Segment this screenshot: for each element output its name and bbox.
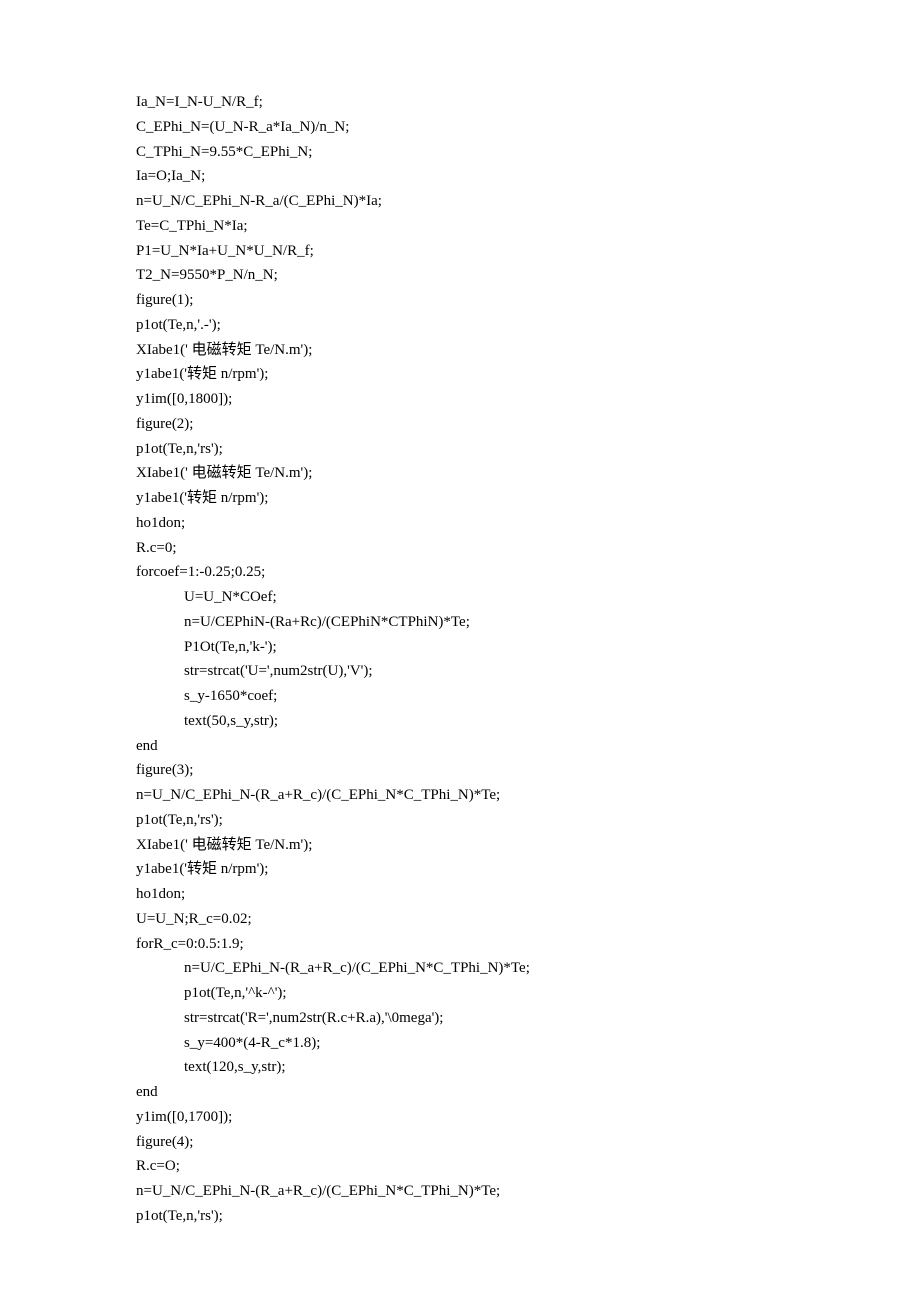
code-line: text(50,s_y,str); <box>136 709 920 734</box>
code-line: figure(1); <box>136 288 920 313</box>
code-line: s_y=400*(4-R_c*1.8); <box>136 1031 920 1056</box>
code-line: U=U_N;R_c=0.02; <box>136 907 920 932</box>
code-line: figure(2); <box>136 412 920 437</box>
code-line: n=U/CEPhiN-(Ra+Rc)/(CEPhiN*CTPhiN)*Te; <box>136 610 920 635</box>
code-line: XIabe1(' 电磁转矩 Te/N.m'); <box>136 338 920 363</box>
code-line: s_y-1650*coef; <box>136 684 920 709</box>
code-line: Ia=O;Ia_N; <box>136 164 920 189</box>
code-line: p1ot(Te,n,'rs'); <box>136 1204 920 1229</box>
code-line: XIabe1(' 电磁转矩 Te/N.m'); <box>136 461 920 486</box>
code-line: p1ot(Te,n,'rs'); <box>136 808 920 833</box>
code-line: y1abe1('转矩 n/rpm'); <box>136 486 920 511</box>
code-line: str=strcat('U=',num2str(U),'V'); <box>136 659 920 684</box>
code-line: str=strcat('R=',num2str(R.c+R.a),'\0mega… <box>136 1006 920 1031</box>
code-line: ho1don; <box>136 882 920 907</box>
code-line: p1ot(Te,n,'rs'); <box>136 437 920 462</box>
code-line: n=U_N/C_EPhi_N-R_a/(C_EPhi_N)*Ia; <box>136 189 920 214</box>
code-line: T2_N=9550*P_N/n_N; <box>136 263 920 288</box>
code-line: R.c=0; <box>136 536 920 561</box>
code-line: text(120,s_y,str); <box>136 1055 920 1080</box>
code-line: U=U_N*COef; <box>136 585 920 610</box>
code-line: y1im([0,1800]); <box>136 387 920 412</box>
code-line: C_EPhi_N=(U_N-R_a*Ia_N)/n_N; <box>136 115 920 140</box>
code-line: forcoef=1:-0.25;0.25; <box>136 560 920 585</box>
code-line: n=U_N/C_EPhi_N-(R_a+R_c)/(C_EPhi_N*C_TPh… <box>136 783 920 808</box>
code-line: P1Ot(Te,n,'k-'); <box>136 635 920 660</box>
code-line: n=U_N/C_EPhi_N-(R_a+R_c)/(C_EPhi_N*C_TPh… <box>136 1179 920 1204</box>
code-line: R.c=O; <box>136 1154 920 1179</box>
code-line: p1ot(Te,n,'^k-^'); <box>136 981 920 1006</box>
code-line: figure(3); <box>136 758 920 783</box>
code-line: XIabe1(' 电磁转矩 Te/N.m'); <box>136 833 920 858</box>
code-line: y1im([0,1700]); <box>136 1105 920 1130</box>
code-line: P1=U_N*Ia+U_N*U_N/R_f; <box>136 239 920 264</box>
code-line: y1abe1('转矩 n/rpm'); <box>136 362 920 387</box>
code-line: forR_c=0:0.5:1.9; <box>136 932 920 957</box>
code-line: end <box>136 734 920 759</box>
code-line: figure(4); <box>136 1130 920 1155</box>
code-line: C_TPhi_N=9.55*C_EPhi_N; <box>136 140 920 165</box>
code-line: Ia_N=I_N-U_N/R_f; <box>136 90 920 115</box>
code-line: n=U/C_EPhi_N-(R_a+R_c)/(C_EPhi_N*C_TPhi_… <box>136 956 920 981</box>
code-line: y1abe1('转矩 n/rpm'); <box>136 857 920 882</box>
code-line: Te=C_TPhi_N*Ia; <box>136 214 920 239</box>
code-line: end <box>136 1080 920 1105</box>
code-line: ho1don; <box>136 511 920 536</box>
document-page: Ia_N=I_N-U_N/R_f;C_EPhi_N=(U_N-R_a*Ia_N)… <box>0 0 920 1309</box>
code-listing: Ia_N=I_N-U_N/R_f;C_EPhi_N=(U_N-R_a*Ia_N)… <box>136 90 920 1229</box>
code-line: p1ot(Te,n,'.-'); <box>136 313 920 338</box>
